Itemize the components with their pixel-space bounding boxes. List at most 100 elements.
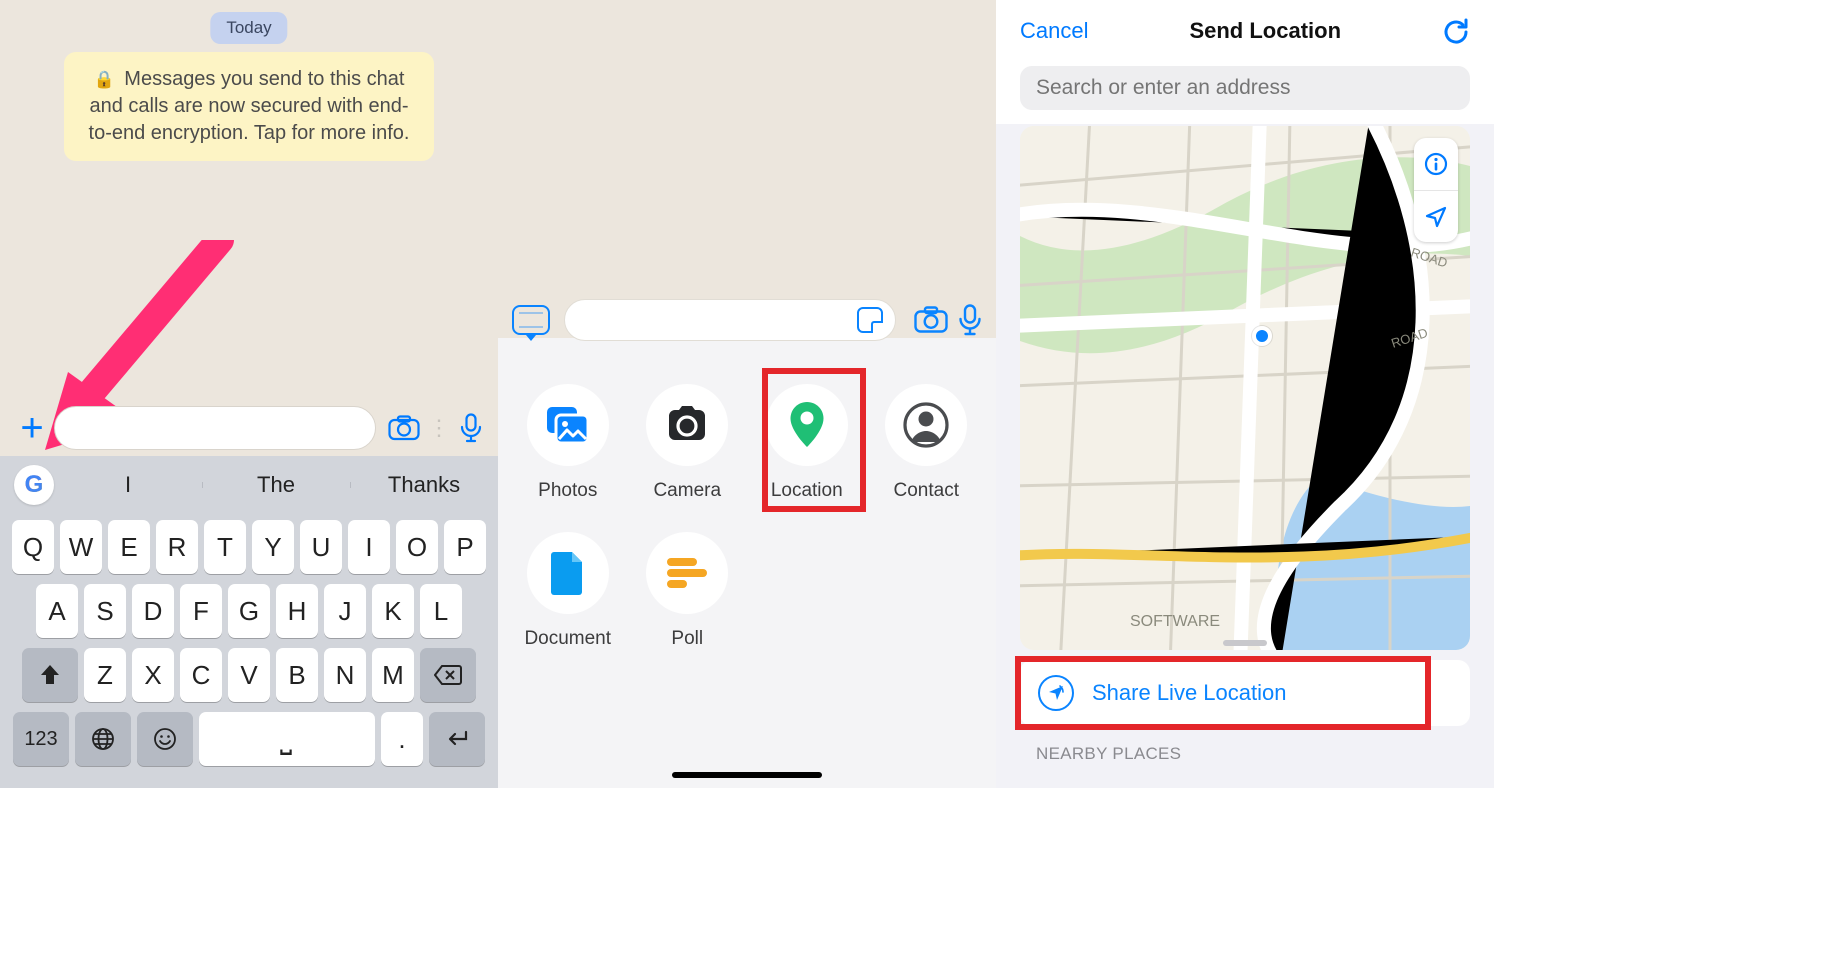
globe-key[interactable]	[75, 712, 131, 766]
user-location-dot	[1252, 326, 1272, 346]
attach-plus-button[interactable]: +	[10, 406, 54, 451]
encryption-text: Messages you send to this chat and calls…	[89, 68, 410, 144]
key-k[interactable]: K	[372, 584, 414, 638]
key-a[interactable]: A	[36, 584, 78, 638]
key-e[interactable]: E	[108, 520, 150, 574]
message-input[interactable]	[564, 299, 896, 341]
google-icon[interactable]: G	[14, 465, 54, 505]
nearby-places-header: NEARBY PLACES	[1036, 744, 1181, 764]
key-z[interactable]: Z	[84, 648, 126, 702]
microphone-icon[interactable]	[460, 413, 482, 443]
map-view[interactable]: SOFTWARE ROAD ROAD	[1020, 126, 1470, 650]
key-q[interactable]: Q	[12, 520, 54, 574]
microphone-icon[interactable]	[958, 304, 982, 336]
attach-photos[interactable]: Photos	[508, 376, 628, 524]
attach-camera-label: Camera	[653, 480, 721, 502]
svg-text:SOFTWARE: SOFTWARE	[1130, 613, 1220, 630]
attach-location-label: Location	[771, 480, 843, 502]
attach-contact[interactable]: Contact	[867, 376, 987, 524]
date-chip-today: Today	[210, 12, 287, 44]
key-i[interactable]: I	[348, 520, 390, 574]
live-location-icon	[1038, 675, 1074, 711]
key-r[interactable]: R	[156, 520, 198, 574]
space-key[interactable]: ⎵	[199, 712, 375, 766]
emoji-key[interactable]	[137, 712, 193, 766]
key-o[interactable]: O	[396, 520, 438, 574]
key-h[interactable]: H	[276, 584, 318, 638]
attach-contact-label: Contact	[894, 480, 959, 502]
message-input-bar-collapsed	[498, 294, 996, 346]
map-recenter-button[interactable]	[1414, 190, 1458, 242]
attach-location[interactable]: Location	[747, 376, 867, 524]
share-live-location-row[interactable]: Share Live Location	[1020, 660, 1470, 726]
keyboard-row-3: Z X C V B N M	[4, 648, 494, 702]
camera-icon[interactable]	[388, 415, 420, 441]
message-input-bar: + ⋮	[0, 398, 498, 458]
search-wrap	[996, 56, 1494, 124]
attach-camera[interactable]: Camera	[628, 376, 748, 524]
key-n[interactable]: N	[324, 648, 366, 702]
key-m[interactable]: M	[372, 648, 414, 702]
backspace-key[interactable]	[420, 648, 476, 702]
shift-key[interactable]	[22, 648, 78, 702]
location-pin-icon	[766, 384, 848, 466]
key-l[interactable]: L	[420, 584, 462, 638]
key-x[interactable]: X	[132, 648, 174, 702]
numbers-key[interactable]: 123	[13, 712, 69, 766]
suggestion-3[interactable]: Thanks	[350, 472, 498, 498]
keyboard-toggle-icon[interactable]	[512, 305, 550, 335]
keyboard-row-2: A S D F G H J K L	[4, 584, 494, 638]
separator-dots: ⋮	[428, 415, 450, 441]
location-search-input[interactable]	[1020, 66, 1470, 110]
home-indicator	[672, 772, 822, 778]
chat-background-collapsed	[498, 0, 996, 338]
panel-send-location: Cancel Send Location SOFTWA	[996, 0, 1494, 788]
cancel-button[interactable]: Cancel	[1020, 18, 1088, 44]
encryption-notice[interactable]: 🔒 Messages you send to this chat and cal…	[64, 52, 434, 161]
attach-poll[interactable]: Poll	[628, 524, 748, 672]
attachment-grid: Photos Camera Location Contact Document	[498, 362, 996, 788]
attach-document-label: Document	[524, 628, 611, 650]
lock-icon: 🔒	[94, 70, 115, 89]
key-b[interactable]: B	[276, 648, 318, 702]
share-live-location-label: Share Live Location	[1092, 680, 1286, 706]
key-p[interactable]: P	[444, 520, 486, 574]
key-v[interactable]: V	[228, 648, 270, 702]
key-g[interactable]: G	[228, 584, 270, 638]
key-d[interactable]: D	[132, 584, 174, 638]
panel-chat: Today 🔒 Messages you send to this chat a…	[0, 0, 498, 788]
camera-fill-icon	[646, 384, 728, 466]
key-t[interactable]: T	[204, 520, 246, 574]
key-u[interactable]: U	[300, 520, 342, 574]
suggestion-1[interactable]: I	[54, 472, 202, 498]
refresh-icon[interactable]	[1442, 16, 1470, 46]
nav-bar: Cancel Send Location	[996, 0, 1494, 56]
camera-icon[interactable]	[914, 306, 948, 334]
contact-icon	[885, 384, 967, 466]
sticker-icon[interactable]	[857, 307, 883, 333]
map-info-button[interactable]	[1414, 138, 1458, 190]
suggestion-2[interactable]: The	[202, 472, 350, 498]
attach-document[interactable]: Document	[508, 524, 628, 672]
map-tiles: SOFTWARE ROAD ROAD	[1020, 126, 1470, 650]
ios-keyboard: G I The Thanks Q W E R T Y U I O P A S D	[0, 456, 498, 788]
sheet-handle[interactable]	[1223, 640, 1267, 646]
return-key[interactable]	[429, 712, 485, 766]
attach-photos-label: Photos	[538, 480, 597, 502]
key-c[interactable]: C	[180, 648, 222, 702]
photos-icon	[527, 384, 609, 466]
keyboard-row-1: Q W E R T Y U I O P	[4, 520, 494, 574]
key-j[interactable]: J	[324, 584, 366, 638]
key-w[interactable]: W	[60, 520, 102, 574]
period-key[interactable]: .	[381, 712, 423, 766]
keyboard-row-4: 123 ⎵ .	[4, 712, 494, 766]
document-icon	[527, 532, 609, 614]
keyboard-suggestion-bar: G I The Thanks	[0, 456, 498, 514]
page-title: Send Location	[1189, 18, 1341, 44]
key-f[interactable]: F	[180, 584, 222, 638]
keyboard-rows: Q W E R T Y U I O P A S D F G H J K L	[0, 514, 498, 788]
message-input[interactable]	[54, 406, 376, 450]
key-s[interactable]: S	[84, 584, 126, 638]
key-y[interactable]: Y	[252, 520, 294, 574]
poll-icon	[646, 532, 728, 614]
